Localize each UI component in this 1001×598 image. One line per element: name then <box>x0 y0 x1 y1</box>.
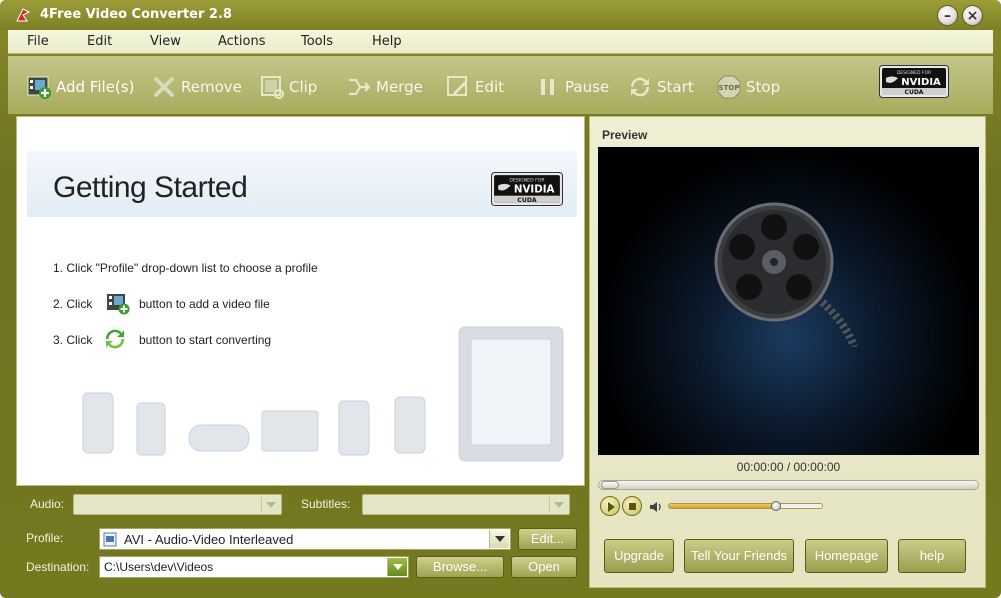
title-bar[interactable]: 4Free Video Converter 2.8 – × <box>0 0 1001 30</box>
chevron-down-icon[interactable] <box>387 558 407 576</box>
toolbar: Add File(s) Remove Clip Merge Edit Pause… <box>8 56 993 114</box>
add-file-icon <box>27 76 51 99</box>
menu-view[interactable]: View <box>150 34 181 49</box>
browse-button[interactable]: Browse... <box>416 556 504 578</box>
seek-slider[interactable] <box>598 480 979 490</box>
avi-file-icon <box>103 532 117 547</box>
menu-tools[interactable]: Tools <box>301 34 333 49</box>
merge-icon <box>349 78 371 96</box>
subtitles-select[interactable] <box>362 494 570 515</box>
destination-input[interactable]: C:\Users\dev\Videos <box>99 556 409 578</box>
menu-edit[interactable]: Edit <box>87 34 112 49</box>
window-title: 4Free Video Converter 2.8 <box>40 7 232 22</box>
step-1-text: 1. Click "Profile" drop-down list to cho… <box>53 261 318 275</box>
add-files-button[interactable]: Add File(s) <box>26 71 134 103</box>
getting-started-title: Getting Started <box>53 171 248 204</box>
clip-icon <box>261 76 284 99</box>
volume-icon <box>650 502 661 512</box>
svg-text:NVIDIA: NVIDIA <box>901 77 941 88</box>
app-window: 4Free Video Converter 2.8 – × File Edit … <box>0 0 1001 598</box>
audio-label: Audio: <box>30 497 65 511</box>
menu-bar: File Edit View Actions Tools Help <box>8 30 993 54</box>
subtitles-label: Subtitles: <box>301 497 351 511</box>
minimize-button[interactable]: – <box>937 5 958 26</box>
devices-illustration <box>82 326 564 462</box>
timecode: 00:00:00 / 00:00:00 <box>736 460 841 474</box>
remove-button[interactable]: Remove <box>151 71 242 103</box>
destination-label: Destination: <box>26 560 90 574</box>
volume-slider[interactable] <box>668 501 823 511</box>
svg-text:CUDA: CUDA <box>905 89 924 96</box>
svg-text:CUDA: CUDA <box>517 197 537 204</box>
menu-actions[interactable]: Actions <box>218 34 266 49</box>
add-file-icon <box>107 294 130 315</box>
upgrade-button[interactable]: Upgrade <box>604 539 674 573</box>
step-2-suffix: button to add a video file <box>139 297 270 311</box>
edit-icon <box>447 76 467 96</box>
stop-preview-button[interactable] <box>622 496 642 516</box>
svg-text:DESIGNED FOR: DESIGNED FOR <box>509 177 545 183</box>
chevron-down-icon[interactable] <box>489 530 509 548</box>
profile-edit-button[interactable]: Edit... <box>518 528 577 550</box>
close-button[interactable]: × <box>962 5 983 26</box>
open-button[interactable]: Open <box>511 556 577 578</box>
nvidia-cuda-logo: DESIGNED FOR NVIDIA CUDA <box>491 172 563 206</box>
nvidia-cuda-badge: DESIGNED FOR NVIDIA CUDA <box>879 65 949 98</box>
preview-label: Preview <box>602 128 648 142</box>
pause-button[interactable]: Pause <box>535 71 609 103</box>
chevron-down-icon <box>261 497 279 512</box>
svg-text:DESIGNED FOR: DESIGNED FOR <box>897 70 931 76</box>
volume-slider-remaining <box>776 504 822 508</box>
help-button[interactable]: help <box>898 539 966 573</box>
start-button[interactable]: Start <box>627 71 694 103</box>
remove-icon <box>154 77 174 97</box>
volume-slider-thumb[interactable] <box>771 501 781 511</box>
step-2-prefix: 2. Click <box>53 297 93 311</box>
preview-panel: Preview 00:00:00 / 00:00:00 Upgrade Tell… <box>589 116 986 588</box>
tell-your-friends-button[interactable]: Tell Your Friends <box>684 539 794 573</box>
stop-icon: STOP <box>717 75 741 99</box>
preview-screen[interactable] <box>598 147 979 455</box>
audio-select[interactable] <box>73 494 282 515</box>
getting-started-panel: Getting Started DESIGNED FOR NVIDIA CUDA… <box>16 116 585 486</box>
app-logo-icon <box>16 8 31 22</box>
svg-text:STOP: STOP <box>719 84 740 92</box>
profile-label: Profile: <box>26 531 64 545</box>
merge-button[interactable]: Merge <box>346 71 423 103</box>
profile-select[interactable]: AVI - Audio-Video Interleaved <box>99 528 511 550</box>
chevron-down-icon <box>549 497 567 512</box>
film-reel-icon <box>714 202 858 347</box>
start-convert-icon <box>630 77 650 97</box>
homepage-button[interactable]: Homepage <box>805 539 888 573</box>
menu-file[interactable]: File <box>27 34 49 49</box>
clip-button[interactable]: Clip <box>259 71 317 103</box>
menu-help[interactable]: Help <box>372 34 402 49</box>
play-button[interactable] <box>600 496 620 516</box>
seek-slider-thumb[interactable] <box>601 481 619 489</box>
stop-button[interactable]: STOP Stop <box>716 71 780 103</box>
svg-text:NVIDIA: NVIDIA <box>514 184 555 196</box>
pause-icon <box>541 79 554 95</box>
edit-button[interactable]: Edit <box>445 71 504 103</box>
